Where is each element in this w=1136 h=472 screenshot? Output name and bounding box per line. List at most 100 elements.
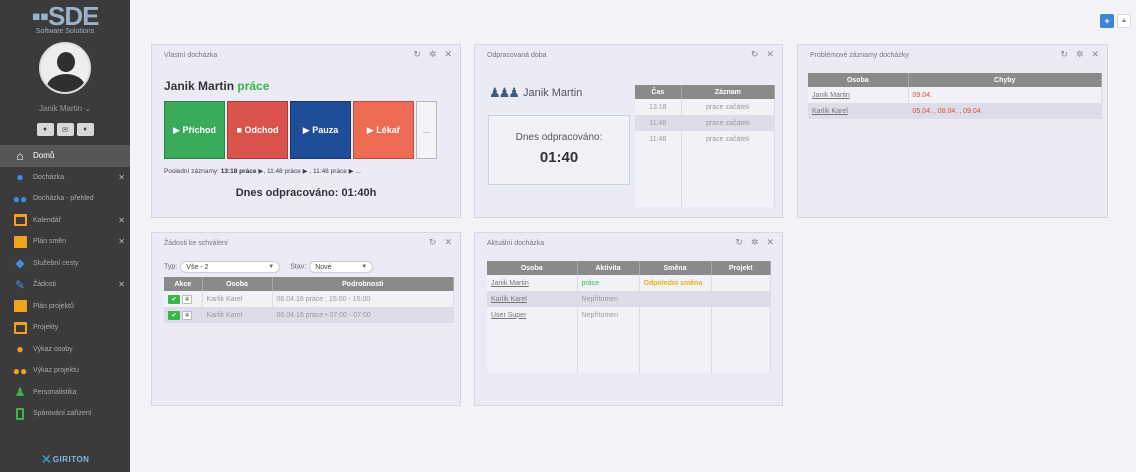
panel-controls: ↻ ✲ ✕ xyxy=(735,237,774,248)
close-icon[interactable]: ✕ xyxy=(444,49,452,60)
gear-icon[interactable]: ✲ xyxy=(429,49,437,60)
panel-problem-records: Problémové záznamy docházky ↻ ✲ ✕ Osoba C… xyxy=(797,44,1108,218)
sidebar-item-sluzebni-cesty[interactable]: ◆ Služební cesty xyxy=(0,253,130,275)
chevron-down-icon: ▼ xyxy=(268,264,275,270)
calendar-icon xyxy=(12,321,28,335)
logo-mark: ▪▪SDE xyxy=(31,1,100,31)
sidebar-item-label: Služební cesty xyxy=(33,259,79,267)
sidebar-item-dochazka-prehled[interactable]: ●● Docházka - přehled xyxy=(0,188,130,210)
sidebar-item-vykaz-projektu[interactable]: ●● Výkaz projektu xyxy=(0,360,130,382)
table-row: Janik Martin 09.04. xyxy=(808,87,1102,103)
sidebar-item-vykaz-osoby[interactable]: ● Výkaz osoby xyxy=(0,339,130,361)
table-row: 13:18 práce začátek xyxy=(635,99,776,115)
logo[interactable]: ▪▪SDE Software Solutions xyxy=(0,0,130,38)
refresh-icon[interactable]: ↻ xyxy=(1060,49,1068,60)
table-row: 11:48 práce začátek xyxy=(635,131,776,147)
current-attendance-table: Osoba Aktivita Směna Projekt Janik Marti… xyxy=(487,261,771,373)
bell-icon[interactable]: ♦ xyxy=(76,123,94,136)
arrival-button[interactable]: ▶ Příchod xyxy=(164,101,225,159)
table-row: Karlik Karel 05.04. , 08.04. , 09.04. xyxy=(808,103,1102,119)
sidebar-item-label: Docházka xyxy=(33,173,65,181)
sidebar-item-label: Žádosti xyxy=(33,281,56,289)
sidebar-item-kalendar[interactable]: Kalendář ✕ xyxy=(0,210,130,232)
mail-icon[interactable]: ✉ xyxy=(56,123,74,136)
sidebar-item-label: Výkaz projektu xyxy=(33,367,79,375)
refresh-icon[interactable]: ↻ xyxy=(751,49,759,60)
close-icon[interactable]: ✕ xyxy=(1091,49,1099,60)
avatar[interactable] xyxy=(39,42,91,94)
gear-icon[interactable]: ✲ xyxy=(751,237,759,248)
add-widget-button[interactable]: + xyxy=(1100,14,1114,28)
refresh-icon[interactable]: ↻ xyxy=(735,237,743,248)
table-row: User Super Nepřítomen xyxy=(487,307,771,323)
approve-icon[interactable]: ✔ xyxy=(168,294,180,304)
person-link[interactable]: Karlik Karel xyxy=(491,296,527,303)
worked-today-label: Dnes odpracováno: xyxy=(515,132,603,143)
table-row: ✔ ✲ Karlik Karel 06.04.16 práce • 07:00 -… xyxy=(164,307,454,323)
lock-button[interactable]: 🔒︎ xyxy=(1117,14,1131,28)
sidebar-item-plan-projektu[interactable]: Plán projektů xyxy=(0,296,130,318)
people-icon: ●● xyxy=(12,191,28,206)
logo-subtitle: Software Solutions xyxy=(35,28,95,35)
person-link[interactable]: Janik Martin xyxy=(812,92,850,99)
close-icon[interactable]: ✕ xyxy=(118,173,125,182)
gear-icon[interactable]: ✲ xyxy=(182,294,192,304)
panel-controls: ↻ ✕ xyxy=(429,237,452,248)
person-link[interactable]: Janik Martin xyxy=(491,280,529,287)
gear-icon[interactable]: ✲ xyxy=(1076,49,1084,60)
approve-icon[interactable]: ✔ xyxy=(168,310,180,320)
people-icon: ●● xyxy=(12,363,28,378)
person-icon: ● xyxy=(16,170,24,185)
person-link[interactable]: Karlik Karel xyxy=(812,108,848,115)
table-row: ✔ ✲ Karlik Karel 06.04.16 práce : 15:00 -… xyxy=(164,291,454,307)
info-icon[interactable]: ● xyxy=(36,123,54,136)
sidebar-item-label: Kalendář xyxy=(33,216,62,224)
person-link[interactable]: User Super xyxy=(491,312,526,319)
departure-button[interactable]: ■ Odchod xyxy=(227,101,288,159)
sidebar-item-zadosti[interactable]: ✎ Žádosti ✕ xyxy=(0,274,130,296)
refresh-icon[interactable]: ↻ xyxy=(413,49,421,60)
close-icon[interactable]: ✕ xyxy=(766,49,774,60)
calendar-grid-icon xyxy=(12,299,28,313)
pause-button[interactable]: ▶ Pauza xyxy=(290,101,351,159)
wrench-icon: ✎ xyxy=(14,277,26,292)
close-icon[interactable]: ✕ xyxy=(444,237,452,248)
sidebar-item-plan-smen[interactable]: Plán směn ✕ xyxy=(0,231,130,253)
doctor-button[interactable]: ▶ Lékař xyxy=(353,101,414,159)
close-icon[interactable]: ✕ xyxy=(118,216,125,225)
sidebar-item-label: Personalistika xyxy=(33,388,77,396)
sidebar-item-label: Výkaz osoby xyxy=(33,345,73,353)
giriton-logo: ✕GIRITON xyxy=(40,451,90,467)
close-icon[interactable]: ✕ xyxy=(118,237,125,246)
people-icon: ♟♟♟ xyxy=(489,85,520,100)
panel-title: Odpracovaná doba xyxy=(487,51,547,59)
home-icon: ⌂ xyxy=(16,148,24,163)
sidebar-item-label: Plán směn xyxy=(33,238,67,246)
sidebar-item-personalistika[interactable]: ♟ Personalistika xyxy=(0,382,130,404)
type-select[interactable]: Vše - 2 ▼ xyxy=(180,261,281,273)
refresh-icon[interactable]: ↻ xyxy=(429,237,437,248)
attendance-buttons: ▶ Příchod ■ Odchod ▶ Pauza ▶ Lékař ... xyxy=(164,101,460,159)
gear-icon[interactable]: ✲ xyxy=(182,310,192,320)
sidebar-item-label: Plán projektů xyxy=(33,302,74,310)
top-toolbar: + 🔒︎ xyxy=(1100,14,1131,28)
table-row: 11:48 práce začátek xyxy=(635,115,776,131)
state-select[interactable]: Nové ▼ xyxy=(309,261,374,273)
panel-controls: ↻ ✕ xyxy=(751,49,774,60)
more-button[interactable]: ... xyxy=(416,101,437,159)
calendar-icon xyxy=(12,213,28,227)
request-filters: Typ: Vše - 2 ▼ Stav: Nové ▼ xyxy=(164,261,460,273)
panel-requests: Žádosti ke schválení ↻ ✕ Typ: Vše - 2 ▼ St… xyxy=(151,232,461,406)
requests-table: Akce Osoba Podrobnosti ✔ ✲ Karlik Karel 06.… xyxy=(164,277,454,323)
sidebar-item-dochazka[interactable]: ● Docházka ✕ xyxy=(0,167,130,189)
sidebar-item-domu[interactable]: ⌂ Domů xyxy=(0,145,130,167)
sidebar-item-projekty[interactable]: Projekty xyxy=(0,317,130,339)
worked-records-table: Čas Záznam 13:18 práce začátek 11:48 práce … xyxy=(635,85,776,207)
sidebar-menu: ⌂ Domů ● Docházka ✕ ●● Docházka - přehle… xyxy=(0,145,130,425)
sidebar-item-label: Docházka - přehled xyxy=(33,195,94,203)
sidebar-item-sparovani-zarizeni[interactable]: Spárování zařízení xyxy=(0,403,130,425)
close-icon[interactable]: ✕ xyxy=(118,280,125,289)
close-icon[interactable]: ✕ xyxy=(766,237,774,248)
user-menu[interactable]: Janik Martin ⌄ xyxy=(0,104,130,113)
worked-today-value: 01:40 xyxy=(539,149,579,166)
